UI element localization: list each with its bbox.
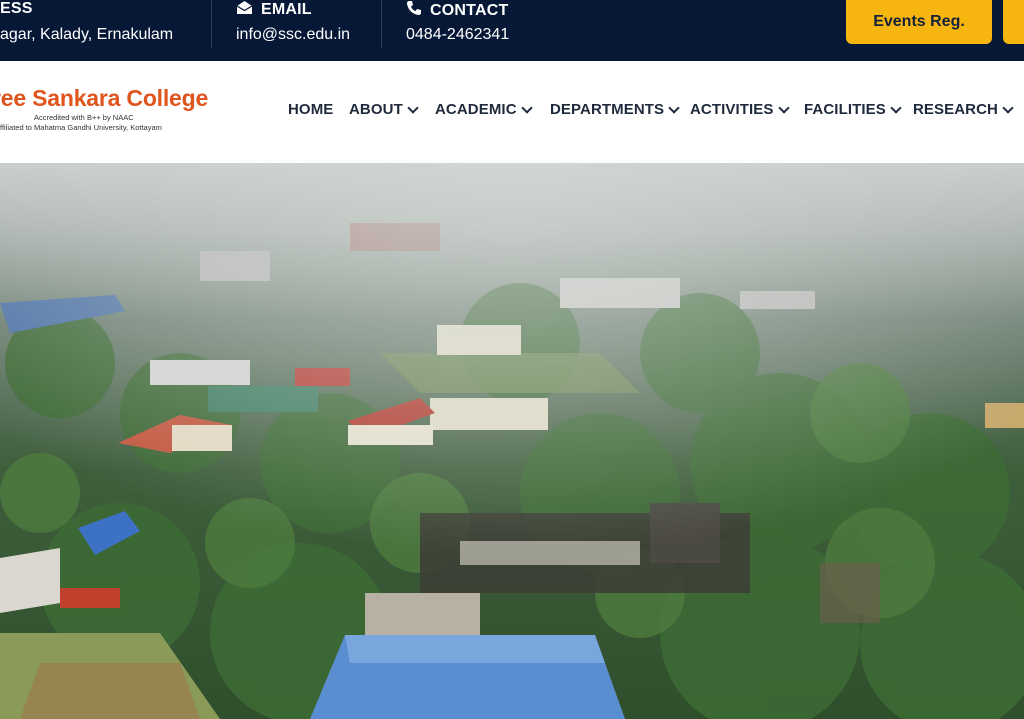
logo-accreditation: Accredited with B++ by NAAC <box>34 113 134 122</box>
chevron-down-icon <box>1002 101 1014 114</box>
site-header: ree Sankara College Accredited with B++ … <box>0 61 1024 163</box>
nav-item-departments[interactable]: DEPARTMENTS <box>550 101 680 118</box>
chevron-down-icon <box>407 101 419 114</box>
events-registration-button[interactable]: Events Reg. <box>846 0 992 44</box>
nav-item-research[interactable]: RESEARCH <box>913 101 1014 118</box>
nav-item-facilities[interactable]: FACILITIES <box>804 101 902 118</box>
email-heading: EMAIL <box>236 0 312 20</box>
contact-heading: CONTACT <box>406 0 508 21</box>
email-value[interactable]: info@ssc.edu.in <box>236 26 350 44</box>
nav-item-activities[interactable]: ACTIVITIES <box>690 101 790 118</box>
secondary-button[interactable] <box>1003 0 1024 44</box>
address-title: ESS <box>0 0 33 17</box>
nav-label: ABOUT <box>349 101 403 118</box>
nav-item-about[interactable]: ABOUT <box>349 101 419 118</box>
logo-title: ree Sankara College <box>0 85 209 111</box>
nav-label: FACILITIES <box>804 101 886 118</box>
nav-item-home[interactable]: HOME <box>288 101 333 118</box>
top-bar: ESS agar, Kalady, Ernakulam EMAIL info@s… <box>0 0 1024 61</box>
nav-label: HOME <box>288 101 334 118</box>
nav-label: ACTIVITIES <box>690 101 774 118</box>
nav-label: RESEARCH <box>913 101 998 118</box>
envelope-icon <box>236 0 253 20</box>
chevron-down-icon <box>777 101 790 114</box>
nav-label: ACADEMIC <box>435 101 517 118</box>
chevron-down-icon <box>668 101 680 114</box>
nav-item-academic[interactable]: ACADEMIC <box>435 101 533 118</box>
aerial-campus-photo <box>0 163 1024 719</box>
contact-value[interactable]: 0484-2462341 <box>406 26 509 44</box>
email-title: EMAIL <box>261 1 312 18</box>
hero-aerial-image <box>0 163 1024 719</box>
nav-label: DEPARTMENTS <box>550 101 665 118</box>
contact-title: CONTACT <box>430 1 509 19</box>
logo-affiliation: ffiliated to Mahatma Gandhi University, … <box>0 123 162 132</box>
address-value: agar, Kalady, Ernakulam <box>0 26 174 43</box>
chevron-down-icon <box>520 101 533 114</box>
chevron-down-icon <box>890 101 902 114</box>
divider <box>211 0 212 48</box>
phone-icon <box>406 0 422 21</box>
divider <box>381 0 382 48</box>
